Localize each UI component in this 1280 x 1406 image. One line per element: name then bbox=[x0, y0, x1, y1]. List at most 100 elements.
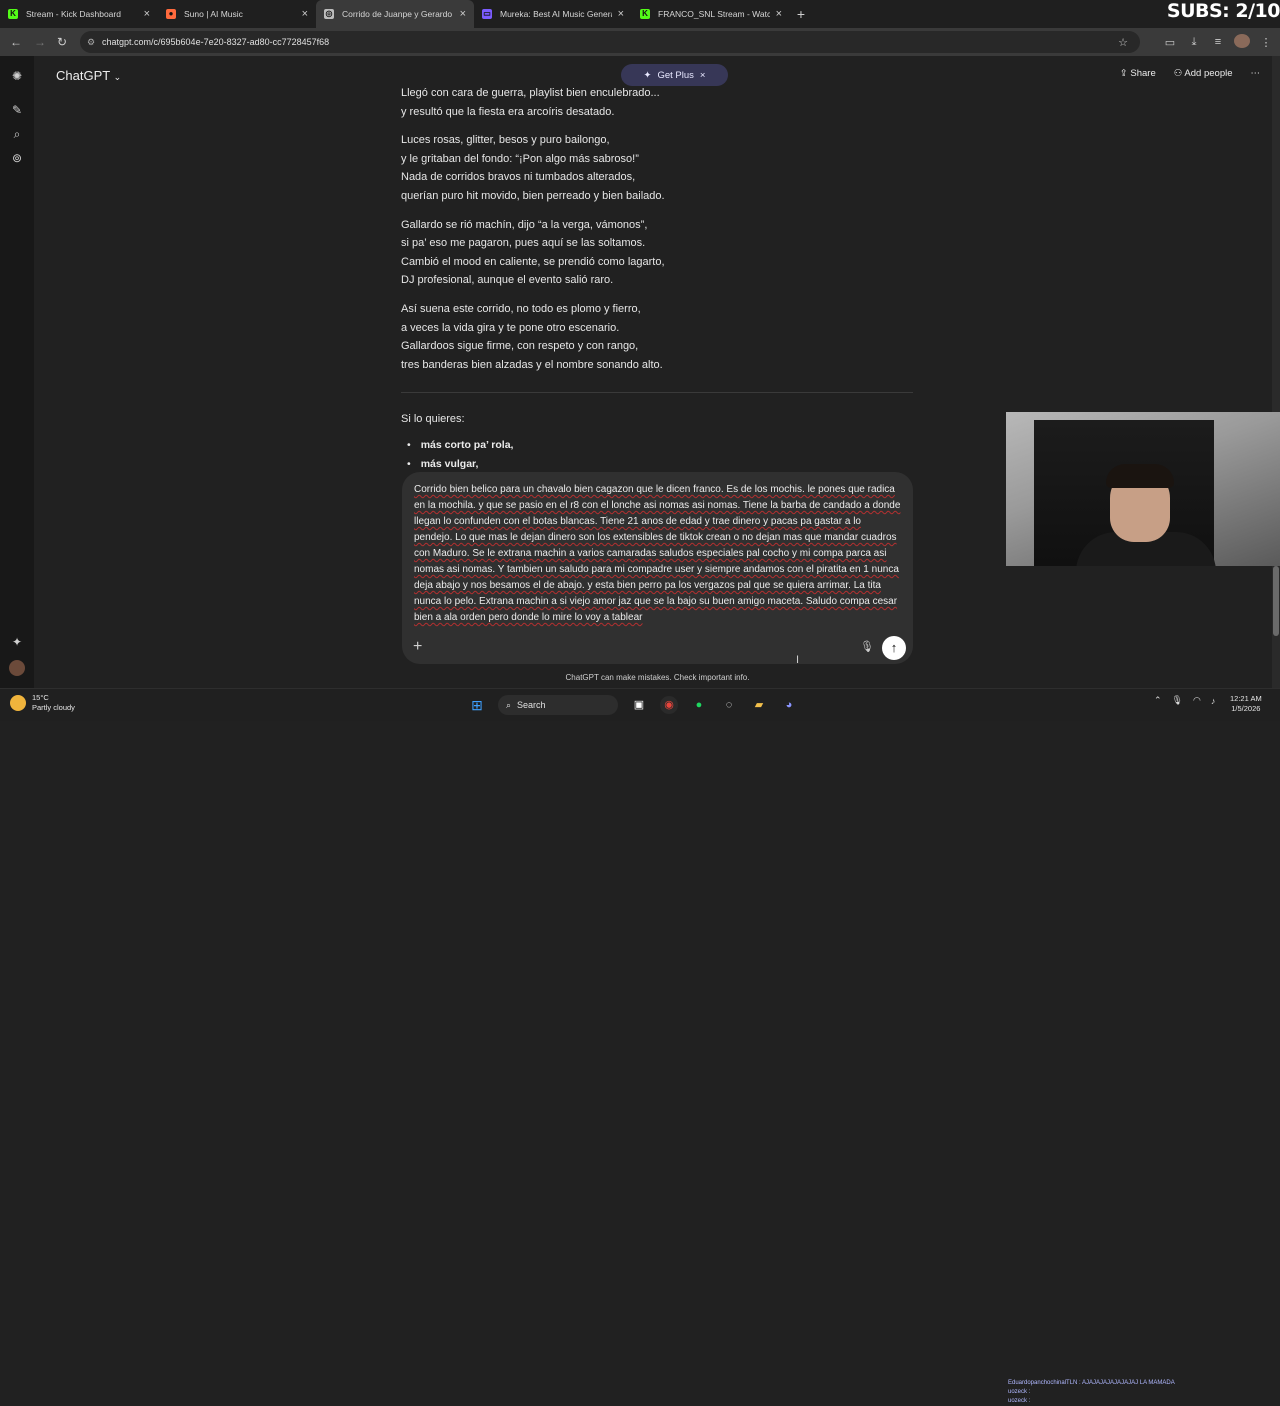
profile-avatar[interactable] bbox=[1234, 33, 1250, 51]
header-actions: ⇪ Share ⚇ Add people ⋯ bbox=[1120, 68, 1260, 79]
get-plus-button[interactable]: ✦ Get Plus × bbox=[621, 64, 728, 86]
browser-tab[interactable]: K FRANCO_SNL Stream - Watch L × bbox=[632, 0, 790, 28]
bookmark-star-icon[interactable]: ☆ bbox=[1118, 36, 1128, 49]
offer-bullet: más corto pa’ rola, bbox=[407, 436, 514, 455]
prompt-input[interactable]: Corrido bien belico para un chavalo bien… bbox=[414, 482, 902, 626]
get-plus-label: Get Plus bbox=[657, 69, 694, 81]
weather-widget[interactable]: 15°C Partly cloudy bbox=[10, 693, 75, 713]
tray-chevron-icon[interactable]: ⌃ bbox=[1154, 695, 1162, 706]
lyric-line: y resultó que la fiesta era arcoíris des… bbox=[401, 105, 615, 118]
windows-start-icon[interactable]: ⊞ bbox=[468, 696, 486, 714]
tab-favicon-icon: ◎ bbox=[324, 9, 334, 19]
discord-icon[interactable]: ◕ bbox=[780, 696, 798, 714]
offer-bullets: más corto pa’ rola,más vulgar, bbox=[407, 436, 514, 474]
new-chat-icon[interactable]: ✎ bbox=[9, 102, 25, 118]
clock-date: 1/5/2026 bbox=[1231, 704, 1261, 713]
close-tab-icon[interactable]: × bbox=[776, 8, 782, 20]
sidebar-rail: ✺ ✎ ⌕ ⊚ ✦ bbox=[0, 56, 34, 688]
close-tab-icon[interactable]: × bbox=[460, 8, 466, 20]
browser-tab[interactable]: K Stream - Kick Dashboard × bbox=[0, 0, 158, 28]
share-button[interactable]: ⇪ Share bbox=[1120, 68, 1156, 79]
tab-favicon-icon: K bbox=[640, 9, 650, 19]
tab-title: FRANCO_SNL Stream - Watch L bbox=[658, 9, 770, 19]
openai-logo-icon[interactable]: ✺ bbox=[9, 68, 25, 84]
lyric-line: Gallardo se rió machín, dijo “a la verga… bbox=[401, 218, 648, 231]
close-tab-icon[interactable]: × bbox=[302, 8, 308, 20]
url-text: chatgpt.com/c/695b604e-7e20-8327-ad80-cc… bbox=[102, 37, 330, 47]
chrome-icon[interactable]: ◉ bbox=[660, 696, 678, 714]
weather-icon bbox=[10, 695, 26, 711]
forward-icon[interactable]: → bbox=[28, 35, 52, 49]
browser-actions: ▭ ⤓ ≡ ⋮ bbox=[1162, 28, 1274, 56]
attach-icon[interactable]: + bbox=[413, 638, 422, 656]
divider bbox=[401, 392, 913, 393]
lyric-line: y le gritaban del fondo: “¡Pon algo más … bbox=[401, 152, 639, 165]
scrollbar[interactable] bbox=[1272, 56, 1280, 688]
webcam-overlay bbox=[1006, 412, 1280, 566]
taskbar-search[interactable]: ⌕ Search bbox=[498, 695, 618, 715]
mic-tray-icon[interactable]: 🎙 bbox=[1172, 695, 1183, 706]
close-tab-icon[interactable]: × bbox=[618, 8, 624, 20]
tab-title: Corrido de Juanpe y Gerardo bbox=[342, 9, 453, 19]
lyric-line: DJ profesional, aunque el evento salió r… bbox=[401, 274, 614, 287]
menu-icon[interactable]: ⋮ bbox=[1258, 36, 1274, 49]
task-view-icon[interactable]: ▣ bbox=[630, 696, 648, 714]
add-people-button[interactable]: ⚇ Add people bbox=[1174, 68, 1233, 79]
scrollbar-thumb[interactable] bbox=[1273, 566, 1279, 636]
browser-tab[interactable]: ● Suno | AI Music × bbox=[158, 0, 316, 28]
lyric-line: querían puro hit movido, bien perreado y… bbox=[401, 189, 665, 202]
close-icon[interactable]: × bbox=[700, 70, 706, 81]
tab-favicon-icon: K bbox=[8, 9, 18, 19]
clock[interactable]: 12:21 AM 1/5/2026 bbox=[1230, 694, 1262, 714]
send-button[interactable]: ↑ bbox=[882, 636, 906, 660]
address-bar[interactable]: ⚙ chatgpt.com/c/695b604e-7e20-8327-ad80-… bbox=[80, 31, 1140, 53]
search-icon[interactable]: ⌕ bbox=[9, 126, 25, 142]
file-explorer-icon[interactable]: ▰ bbox=[750, 696, 768, 714]
tab-title: Mureka: Best AI Music Generat bbox=[500, 9, 612, 19]
close-tab-icon[interactable]: × bbox=[144, 8, 150, 20]
microphone-icon[interactable]: 🎙 bbox=[860, 640, 874, 653]
composer[interactable]: Corrido bien belico para un chavalo bien… bbox=[402, 472, 913, 664]
browser-tab[interactable]: ◎ Corrido de Juanpe y Gerardo × bbox=[316, 0, 474, 28]
tab-title: Suno | AI Music bbox=[184, 9, 243, 19]
stream-chat-overlay: EduardopanchochinalTLN : AJAJAJAJAJAJAJA… bbox=[1008, 1379, 1175, 1406]
tab-list: K Stream - Kick Dashboard × ● Suno | AI Musi… bbox=[0, 0, 790, 28]
plus-sparkle-icon: ✦ bbox=[643, 69, 652, 81]
tab-favicon-icon: ● bbox=[166, 9, 176, 19]
model-name: ChatGPT bbox=[56, 68, 110, 83]
windows-taskbar: 15°C Partly cloudy ⊞ ⌕ Search ▣ ◉ ● ◌ ▰ ◕… bbox=[0, 688, 1280, 1404]
browser-tab[interactable]: ▭ Mureka: Best AI Music Generat × bbox=[474, 0, 632, 28]
search-icon: ⌕ bbox=[506, 699, 512, 710]
site-info-icon[interactable]: ⚙ bbox=[80, 37, 102, 48]
lyric-line: Luces rosas, glitter, besos y puro bailo… bbox=[401, 134, 610, 147]
volume-icon[interactable]: ♪ bbox=[1211, 696, 1216, 706]
lyric-line: tres banderas bien alzadas y el nombre s… bbox=[401, 358, 663, 371]
model-selector[interactable]: ChatGPT ⌄ bbox=[56, 68, 121, 83]
sparkle-icon[interactable]: ✦ bbox=[9, 634, 25, 650]
wifi-icon[interactable]: ◠ bbox=[1193, 695, 1201, 706]
add-people-label: Add people bbox=[1184, 68, 1233, 79]
spotify-icon[interactable]: ● bbox=[690, 696, 708, 714]
new-tab-button[interactable]: + bbox=[790, 6, 812, 22]
browser-tab-strip: K Stream - Kick Dashboard × ● Suno | AI Musi… bbox=[0, 0, 1280, 28]
library-icon[interactable]: ⊚ bbox=[9, 150, 25, 166]
obs-icon[interactable]: ◌ bbox=[720, 696, 738, 714]
reload-icon[interactable]: ↻ bbox=[50, 35, 74, 49]
cast-icon[interactable]: ▭ bbox=[1162, 36, 1178, 49]
back-icon[interactable]: ← bbox=[4, 35, 28, 49]
temperature: 15°C bbox=[32, 693, 49, 702]
download-icon[interactable]: ⤓ bbox=[1186, 36, 1202, 49]
lyric-line: Gallardoos sigue firme, con respeto y co… bbox=[401, 340, 639, 353]
system-tray: ⌃ 🎙 ◠ ♪ bbox=[1154, 695, 1215, 706]
lyric-line: a veces la vida gira y te pone otro esce… bbox=[401, 321, 620, 334]
more-options-icon[interactable]: ⋯ bbox=[1251, 68, 1261, 79]
lyric-line: Así suena este corrido, no todo es plomo… bbox=[401, 302, 641, 315]
lyric-line: si pa’ eso me pagaron, pues aquí se las … bbox=[401, 237, 646, 250]
webcam-person-hair bbox=[1106, 464, 1174, 488]
taskbar-search-label: Search bbox=[517, 700, 546, 710]
chevron-down-icon: ⌄ bbox=[113, 72, 122, 82]
lyric-stanza: Así suena este corrido, no todo es plomo… bbox=[401, 300, 913, 374]
browser-toolbar: ← → ↻ ⚙ chatgpt.com/c/695b604e-7e20-8327… bbox=[0, 28, 1280, 56]
user-avatar[interactable] bbox=[9, 660, 25, 676]
media-icon[interactable]: ≡ bbox=[1210, 36, 1226, 48]
